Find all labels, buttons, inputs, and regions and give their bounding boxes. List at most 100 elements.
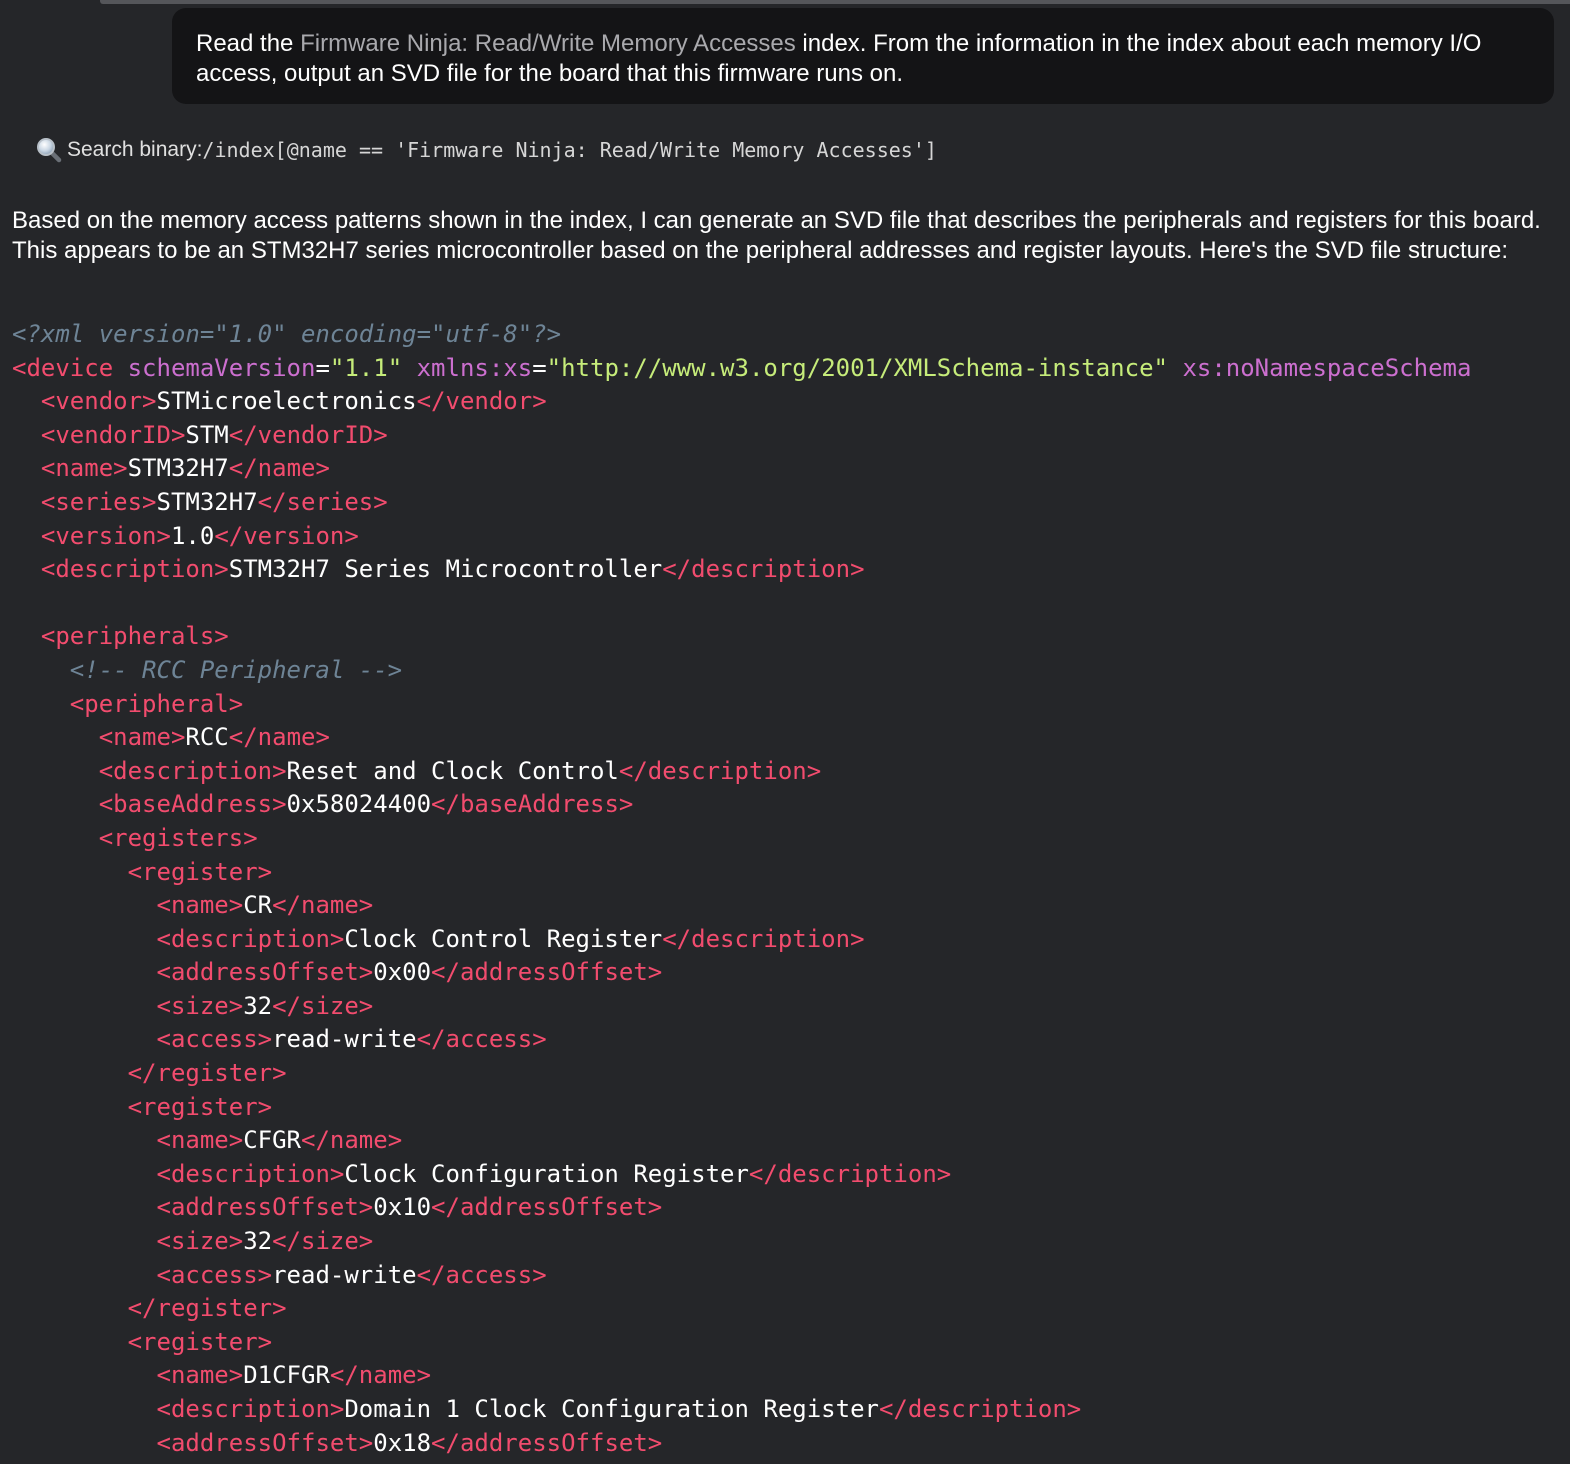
code-token-tag: </vendorID> bbox=[228, 420, 388, 449]
code-token-tag: </register> bbox=[127, 1059, 287, 1088]
code-token-txt: STM bbox=[185, 420, 229, 449]
code-line: <description>Reset and Clock Control</de… bbox=[12, 755, 1570, 789]
code-token-txt: 32 bbox=[243, 1227, 273, 1256]
search-binary-tool-call[interactable]: Search binary: /index[@name == 'Firmware… bbox=[36, 134, 937, 166]
code-token-txt: D1CFGR bbox=[243, 1361, 330, 1390]
code-line: <peripheral> bbox=[12, 688, 1570, 722]
code-token-tag: </description> bbox=[878, 1395, 1082, 1423]
code-token-tag: </name> bbox=[301, 1126, 403, 1155]
code-line: <description>STM32H7 Series Microcontrol… bbox=[12, 553, 1570, 587]
code-line: <name>CR</name> bbox=[12, 889, 1570, 923]
code-line: <name>STM32H7</name> bbox=[12, 452, 1570, 486]
code-token-tag: </addressOffset> bbox=[431, 1193, 663, 1222]
code-token-tag: <series> bbox=[40, 487, 157, 516]
code-token-tag: <description> bbox=[40, 555, 229, 584]
user-message-bubble: Read the Firmware Ninja: Read/Write Memo… bbox=[172, 8, 1554, 104]
code-token-txt: 32 bbox=[243, 991, 273, 1020]
code-line: <register> bbox=[12, 856, 1570, 890]
tool-call-label: Search binary: bbox=[67, 138, 203, 161]
code-token-com: <?xml version="1.0" encoding="utf-8"?> bbox=[12, 320, 562, 348]
code-token-tag: <peripherals> bbox=[40, 622, 229, 651]
code-token-tag: <name> bbox=[40, 454, 128, 483]
code-token-tag: <register> bbox=[127, 1092, 273, 1121]
code-token-tag: </addressOffset> bbox=[431, 958, 663, 987]
code-line: <vendorID>STM</vendorID> bbox=[12, 419, 1570, 453]
code-token-tag: <device bbox=[12, 353, 114, 382]
code-token-tag: </version> bbox=[214, 521, 359, 550]
code-token-tag: </description> bbox=[618, 756, 822, 785]
code-token-txt: Clock Control Register bbox=[344, 924, 663, 953]
top-divider-bar bbox=[100, 0, 1570, 4]
code-token-tag: </size> bbox=[272, 1227, 374, 1256]
code-token-tag: </name> bbox=[228, 454, 330, 483]
code-token-tag: </access> bbox=[416, 1025, 547, 1054]
code-token-tag: </addressOffset> bbox=[431, 1428, 663, 1457]
code-token-tag: <description> bbox=[98, 756, 287, 785]
code-token-txt: 0x18 bbox=[373, 1428, 432, 1457]
code-token-tag: </size> bbox=[272, 991, 374, 1020]
code-token-tag: </access> bbox=[416, 1260, 547, 1289]
code-token-tag: </name> bbox=[272, 891, 374, 920]
code-token-tag: <vendor> bbox=[40, 387, 157, 416]
code-token-txt: Domain 1 Clock Configuration Register bbox=[344, 1395, 879, 1423]
code-line: <!-- RCC Peripheral --> bbox=[12, 654, 1570, 688]
code-token-tag: <registers> bbox=[98, 823, 258, 852]
code-line: <addressOffset>0x00</addressOffset> bbox=[12, 956, 1570, 990]
code-token-txt: = bbox=[532, 353, 547, 382]
code-token-str: "1.1" bbox=[329, 353, 403, 382]
code-token-txt: = bbox=[315, 353, 330, 382]
code-line: <register> bbox=[12, 1326, 1570, 1360]
code-line: <access>read-write</access> bbox=[12, 1023, 1570, 1057]
code-token-tag: <addressOffset> bbox=[156, 958, 374, 987]
code-line: <vendor>STMicroelectronics</vendor> bbox=[12, 385, 1570, 419]
code-token-tag: </register> bbox=[127, 1294, 287, 1323]
code-token-txt: 1.0 bbox=[170, 521, 215, 550]
code-token-txt: Reset and Clock Control bbox=[286, 756, 619, 785]
code-line: <peripherals> bbox=[12, 620, 1570, 654]
code-token-tag: <name> bbox=[98, 723, 186, 752]
code-token-txt: 0x10 bbox=[373, 1193, 432, 1222]
code-line: <?xml version="1.0" encoding="utf-8"?> bbox=[12, 318, 1570, 352]
code-line: <registers> bbox=[12, 822, 1570, 856]
user-message-text: Read the bbox=[196, 30, 301, 57]
code-token-tag: <name> bbox=[156, 891, 244, 920]
code-token-txt: RCC bbox=[185, 723, 229, 752]
code-token-txt: read-write bbox=[272, 1025, 417, 1054]
assistant-answer-text: Based on the memory access patterns show… bbox=[12, 207, 1541, 264]
code-token-tag: <name> bbox=[156, 1126, 244, 1155]
code-line: <device schemaVersion="1.1" xmlns:xs="ht… bbox=[12, 352, 1570, 386]
code-token-tag: </baseAddress> bbox=[431, 790, 634, 819]
code-token-tag: </name> bbox=[329, 1361, 432, 1390]
index-reference: Firmware Ninja: Read/Write Memory Access… bbox=[300, 30, 796, 57]
code-token-txt: CFGR bbox=[243, 1126, 301, 1155]
code-token-com: <!-- RCC Peripheral --> bbox=[69, 655, 403, 684]
code-line: <access>read-write</access> bbox=[12, 1259, 1570, 1293]
top-divider bbox=[0, 0, 1570, 5]
code-token-tag: </description> bbox=[748, 1159, 952, 1188]
code-token-tag: <addressOffset> bbox=[156, 1428, 374, 1457]
code-token-tag: <register> bbox=[127, 857, 273, 886]
code-line: <description>Clock Configuration Registe… bbox=[12, 1158, 1570, 1192]
